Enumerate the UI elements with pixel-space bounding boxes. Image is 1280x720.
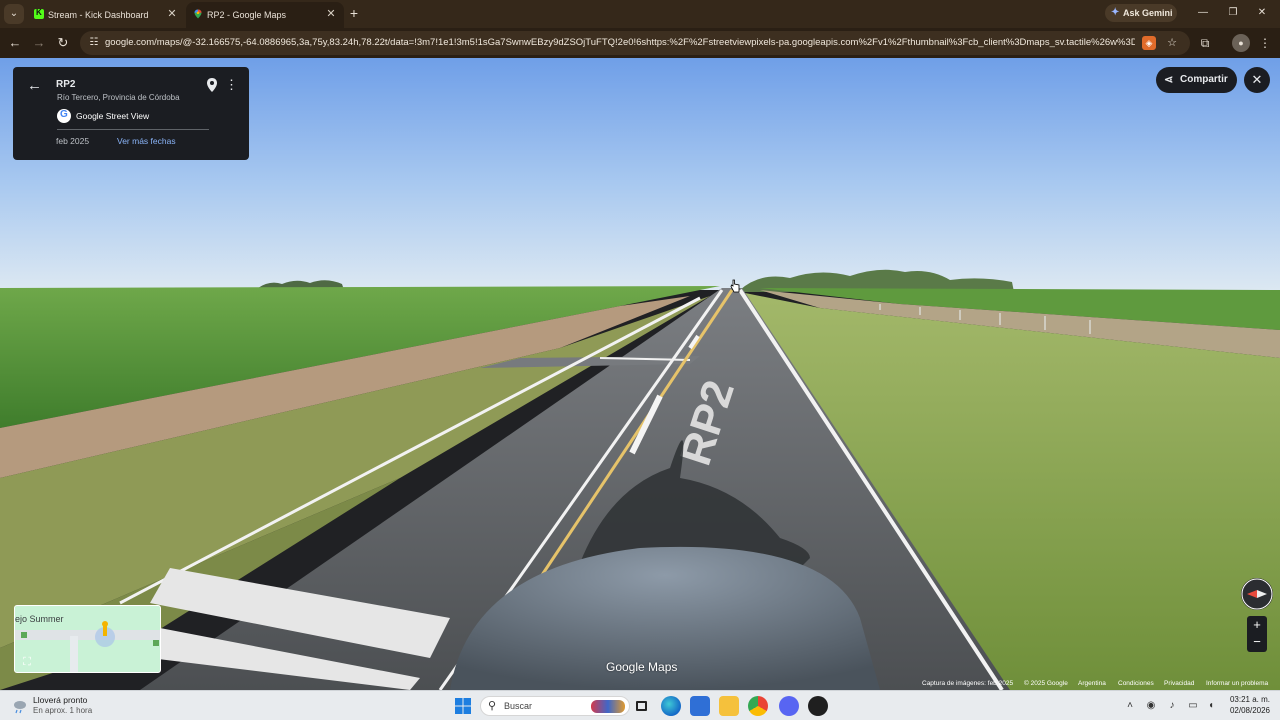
location-info-card: ← RP2 Río Tercero, Provincia de Córdoba … [13,67,249,160]
close-tab-icon[interactable]: ✕ [324,7,338,21]
ask-gemini-label: Ask Gemini [1123,8,1173,18]
restore-window-button[interactable]: ❐ [1226,6,1240,20]
share-label: Compartir [1180,74,1228,85]
map-footer: Captura de imágenes: feb 2025 © 2025 Goo… [918,680,1280,690]
footer-terms-link[interactable]: Condiciones [1118,680,1154,687]
url-text[interactable]: google.com/maps/@-32.166575,-64.0886965,… [105,37,1135,48]
clock-time[interactable]: 03:21 a. m. [1226,695,1270,704]
location-pin-icon[interactable] [205,77,219,93]
weather-title[interactable]: Lloverá pronto [33,695,87,705]
browser-menu-icon[interactable]: ⋮ [1257,35,1273,51]
app-icon[interactable] [808,696,828,716]
taskbar-search[interactable]: ⚲ Buscar [480,696,630,716]
expand-map-icon[interactable]: ⛶ [20,655,34,669]
clock-date[interactable]: 02/08/2026 [1226,706,1270,715]
hand-cursor-icon [730,279,740,293]
back-icon[interactable]: ← [7,35,23,51]
windows-taskbar: Lloverá pronto En aprox. 1 hora ⚲ Buscar… [0,690,1280,720]
zoom-in-button[interactable]: + [1247,616,1267,634]
kick-favicon-icon [34,8,44,19]
place-subtitle: Río Tercero, Provincia de Córdoba [57,93,180,102]
chrome-icon[interactable] [748,696,768,716]
footer-privacy-link[interactable]: Privacidad [1164,680,1194,687]
footer-capture-text: Captura de imágenes: feb 2025 [922,680,1014,687]
weather-subtitle: En aprox. 1 hora [33,706,93,715]
discord-icon[interactable] [779,696,799,716]
close-tab-icon[interactable]: ✕ [165,7,179,21]
tab-search-button[interactable]: ⌄ [4,4,24,24]
share-button[interactable]: ⋖ Compartir [1156,67,1237,93]
footer-report-link[interactable]: Informar un problema [1206,680,1268,687]
google-maps-watermark: Google Maps [606,660,678,674]
search-icon: ⚲ [488,700,497,712]
footer-country[interactable]: Argentina [1078,680,1106,687]
tab-title: RP2 - Google Maps [207,10,287,20]
extensions-puzzle-icon[interactable]: ⧉ [1197,35,1213,51]
more-dates-link[interactable]: Ver más fechas [117,136,176,146]
card-divider [57,129,209,130]
google-logo-icon [57,109,71,123]
profile-avatar[interactable]: ● [1232,34,1250,52]
footer-copyright: © 2025 Google [1024,680,1068,687]
close-street-view-button[interactable]: ✕ [1244,67,1270,93]
close-window-button[interactable]: ✕ [1255,6,1269,20]
edge-browser-icon[interactable] [661,696,681,716]
tab-kick-dashboard[interactable]: Stream - Kick Dashboard ✕ [27,2,185,28]
tab-google-maps[interactable]: RP2 - Google Maps ✕ [186,2,344,28]
windows-start-icon[interactable] [455,698,471,714]
source-label: Google Street View [76,111,150,121]
tray-overflow-icon[interactable]: ˄ [1123,699,1137,713]
network-status-icon[interactable]: ◉ [1144,699,1158,713]
new-tab-button[interactable]: + [346,5,362,21]
reload-icon[interactable]: ↻ [55,35,71,51]
microphone-icon[interactable]: ♪ [1165,699,1179,713]
task-view-icon[interactable] [632,696,652,716]
browser-tab-strip: ⌄ Stream - Kick Dashboard ✕ RP2 - Google… [0,0,1280,28]
address-bar[interactable]: ☷ google.com/maps/@-32.166575,-64.088696… [80,31,1190,55]
share-icon: ⋖ [1164,74,1174,86]
store-icon[interactable] [690,696,710,716]
tab-title: Stream - Kick Dashboard [48,10,149,20]
mini-map-label: ejo Summer [15,614,64,624]
search-highlight-image [591,700,625,713]
search-placeholder: Buscar [504,701,533,711]
volume-icon[interactable]: ◖ [1204,699,1218,713]
forward-icon[interactable]: → [31,35,47,51]
compass-icon[interactable] [1241,578,1273,610]
place-title: RP2 [56,79,76,90]
street-view-panorama[interactable]: RP2 ← RP2 Río Tercero, Provincia de Córd… [0,58,1280,690]
back-arrow-icon[interactable]: ← [27,77,42,94]
more-options-icon[interactable]: ⋮ [225,77,238,93]
zoom-out-button[interactable]: − [1247,634,1267,652]
mini-map[interactable]: ejo Summer ⛶ [14,605,161,673]
file-explorer-icon[interactable] [719,696,739,716]
extension-icon[interactable]: ◈ [1142,36,1156,50]
maps-pin-favicon-icon [194,9,202,19]
ask-gemini-button[interactable]: ✦ Ask Gemini [1105,4,1177,22]
capture-date: feb 2025 [56,136,90,146]
bookmark-star-icon[interactable]: ☆ [1164,35,1180,51]
rain-cloud-icon[interactable] [12,698,28,714]
site-info-icon[interactable]: ☷ [87,36,101,50]
minimize-window-button[interactable]: — [1196,6,1210,20]
browser-toolbar: ← → ↻ ☷ google.com/maps/@-32.166575,-64.… [0,28,1280,58]
gemini-sparkle-icon: ✦ [1111,7,1120,18]
display-icon[interactable]: ▭ [1186,699,1200,713]
